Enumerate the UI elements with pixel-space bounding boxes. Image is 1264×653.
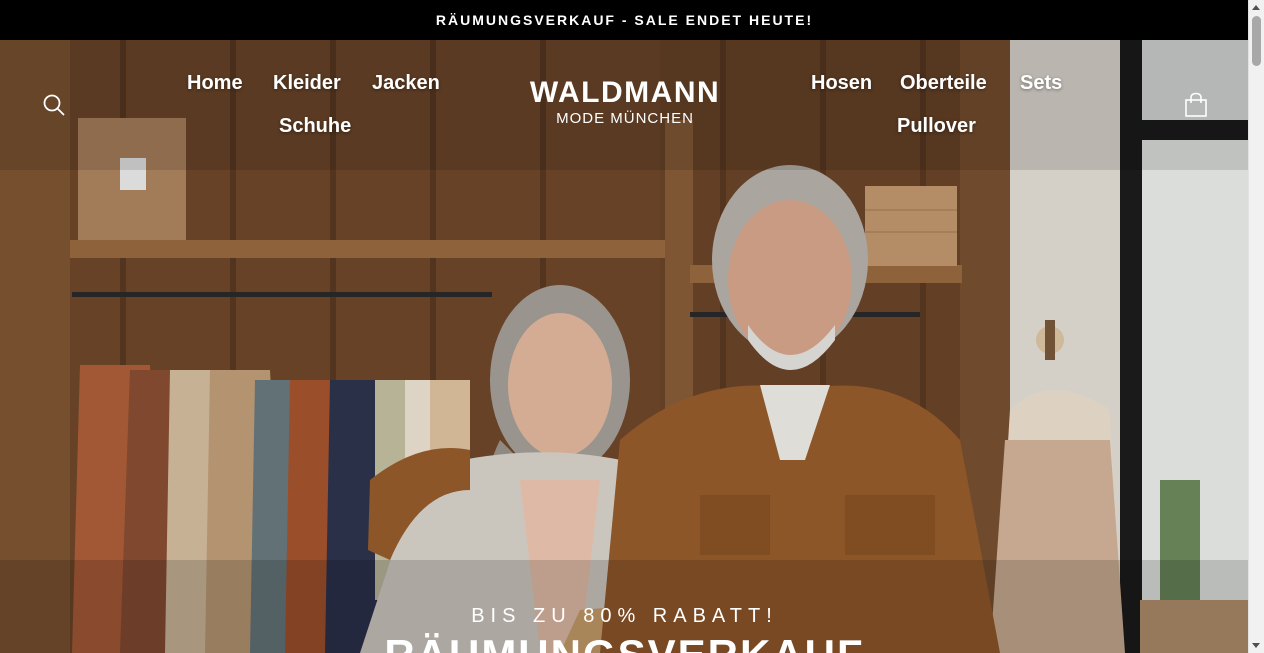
nav-oberteile[interactable]: Oberteile <box>900 72 987 95</box>
logo-tagline: MODE MÜNCHEN <box>556 110 694 127</box>
search-icon[interactable] <box>42 93 66 117</box>
announcement-bar: RÄUMUNGSVERKAUF - SALE ENDET HEUTE! <box>0 0 1249 40</box>
scroll-up-arrow-icon[interactable] <box>1252 5 1260 10</box>
shopping-bag-icon[interactable] <box>1184 92 1208 118</box>
hero-image <box>0 40 1249 653</box>
page-scrollbar[interactable] <box>1248 0 1264 653</box>
nav-kleider[interactable]: Kleider <box>273 72 341 95</box>
nav-home[interactable]: Home <box>187 72 243 95</box>
announcement-text: RÄUMUNGSVERKAUF - SALE ENDET HEUTE! <box>435 12 814 28</box>
nav-sets[interactable]: Sets <box>1020 72 1062 95</box>
hero-section: Home Kleider Jacken Schuhe WALDMANN MODE… <box>0 40 1249 653</box>
nav-hosen[interactable]: Hosen <box>811 72 872 95</box>
scroll-down-arrow-icon[interactable] <box>1252 643 1260 648</box>
hero-title: RÄUMUNGSVERKAUF <box>0 630 1249 653</box>
nav-pullover[interactable]: Pullover <box>897 115 976 138</box>
store-logo[interactable]: WALDMANN MODE MÜNCHEN <box>516 76 734 128</box>
scroll-thumb[interactable] <box>1252 16 1261 66</box>
nav-jacken[interactable]: Jacken <box>372 72 440 95</box>
hero-kicker: BIS ZU 80% RABATT! <box>471 605 778 627</box>
logo-name: WALDMANN <box>529 76 721 109</box>
nav-schuhe[interactable]: Schuhe <box>279 115 351 138</box>
